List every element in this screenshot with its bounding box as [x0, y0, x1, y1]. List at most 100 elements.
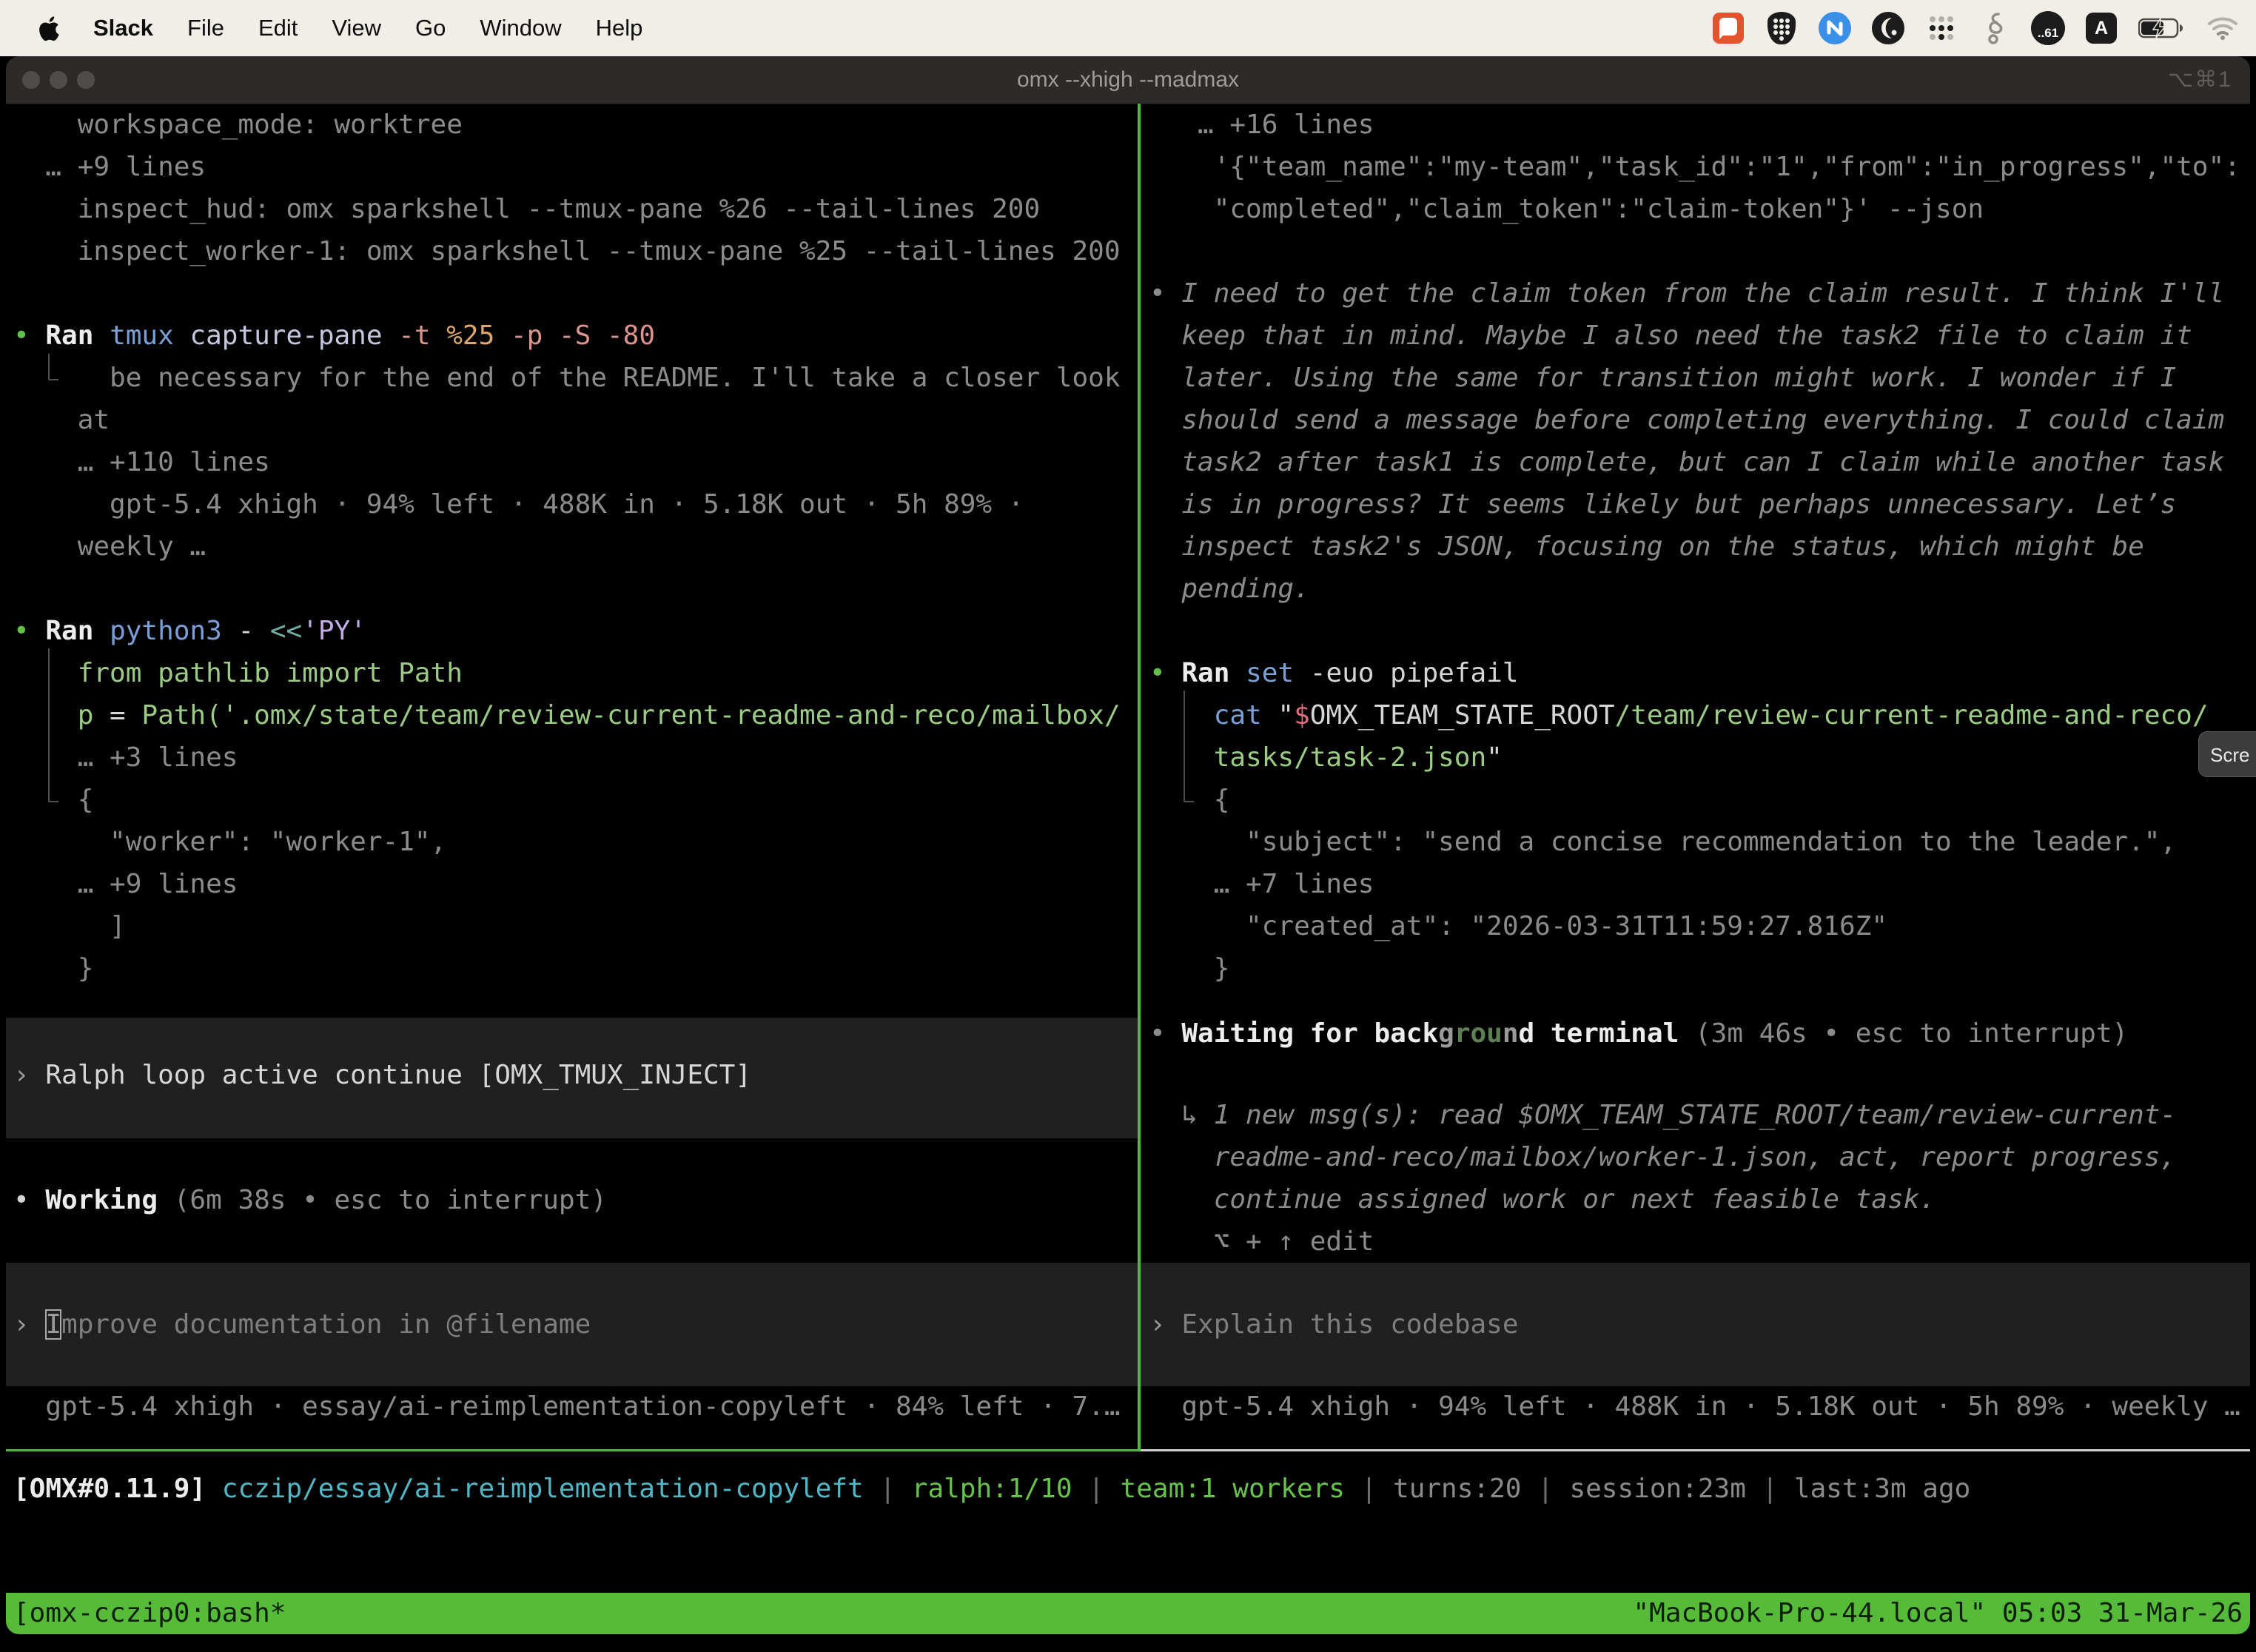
- text-segment: -p -S -80: [511, 320, 655, 351]
- text-segment: (3m 46s • esc to interrupt): [1695, 1018, 2128, 1049]
- text-segment: … +110 lines: [13, 447, 270, 477]
- terminal-line: … +3 lines: [13, 736, 1138, 779]
- tmux-pane-left[interactable]: workspace_mode: worktree … +9 lines insp…: [6, 104, 1138, 1449]
- terminal-line: "completed","claim_token":"claim-token"}…: [1149, 188, 2250, 230]
- text-segment: •: [13, 616, 30, 646]
- terminal-content: workspace_mode: worktree … +9 lines insp…: [6, 104, 2250, 1449]
- text-segment: … +9 lines: [13, 152, 206, 182]
- terminal-line: … +16 lines: [1149, 104, 2250, 146]
- terminal-line: inspect_hud: omx sparkshell --tmux-pane …: [13, 188, 1138, 230]
- terminal-line: … +9 lines: [13, 863, 1138, 905]
- terminal-line: [13, 568, 1138, 610]
- desktop: { "menu_bar": { "items": ["Slack", "File…: [0, 0, 2256, 1652]
- terminal-line: ]: [13, 905, 1138, 947]
- text-segment: OMX_TEAM_STATE_ROOT: [1310, 700, 1615, 731]
- menu-item-help[interactable]: Help: [596, 15, 643, 41]
- left-prompt-input[interactable]: › Improve documentation in @filename: [13, 1303, 1138, 1346]
- menu-bar-left: Slack File Edit View Go Window Help: [0, 15, 642, 41]
- crescent-icon[interactable]: [1871, 11, 1905, 45]
- text-segment: •: [13, 320, 30, 351]
- text-segment: keep that in mind. Maybe I also need the…: [1149, 320, 2192, 351]
- dots-grid-icon[interactable]: [1924, 11, 1958, 45]
- menu-item-slack[interactable]: Slack: [93, 15, 153, 41]
- screen-share-tooltip[interactable]: Scre: [2198, 731, 2256, 777]
- text-segment: cat: [1149, 700, 1278, 731]
- text-segment: |: [1537, 1474, 1569, 1504]
- text-segment: Ran: [30, 320, 110, 351]
- text-segment: Working: [45, 1185, 173, 1215]
- menu-item-go[interactable]: Go: [415, 15, 446, 41]
- text-segment: ": [1278, 700, 1294, 731]
- menu-items: Slack File Edit View Go Window Help: [93, 15, 642, 41]
- tmux-session-label[interactable]: [omx-cczip0:bash*: [13, 1593, 286, 1634]
- window-title-bar[interactable]: omx --xhigh --madmax ⌥⌘1: [6, 56, 2250, 104]
- terminal-line: ↳ 1 new msg(s): read $OMX_TEAM_STATE_ROO…: [1149, 1094, 2250, 1136]
- text-segment: inspect_hud: omx sparkshell --tmux-pane …: [13, 194, 1040, 224]
- terminal-line: be necessary for the end of the README. …: [13, 357, 1138, 399]
- text-segment: d terminal: [1519, 1018, 1695, 1049]
- terminal-line: should send a message before completing …: [1149, 399, 2250, 441]
- text-segment: Explain this codebase: [1181, 1309, 1518, 1340]
- blue-bolt-icon[interactable]: [1818, 11, 1852, 45]
- menu-item-view[interactable]: View: [332, 15, 381, 41]
- text-segment: weekly …: [13, 531, 206, 562]
- text-segment: ›: [13, 1309, 45, 1340]
- mailbox-message-note: ↳ 1 new msg(s): read $OMX_TEAM_STATE_ROO…: [1149, 1094, 2250, 1263]
- text-segment: -euo pipefail: [1310, 658, 1519, 688]
- text-segment: gpt-5.4 xhigh · essay/ai-reimplementatio…: [13, 1391, 1121, 1422]
- text-segment: workspace_mode: worktree: [13, 110, 463, 140]
- squiggle-icon[interactable]: [1978, 11, 2012, 45]
- terminal-line: at: [13, 399, 1138, 441]
- input-a-icon[interactable]: A: [2084, 11, 2118, 45]
- terminal-line: gpt-5.4 xhigh · 94% left · 488K in · 5.1…: [13, 483, 1138, 526]
- text-segment: cczip/essay/ai-reimplementation-copyleft: [222, 1474, 880, 1504]
- terminal-line: • Ran tmux capture-pane -t %25 -p -S -80: [13, 315, 1138, 357]
- terminal-line: • Ran set -euo pipefail: [1149, 652, 2250, 694]
- window-shortcut-badge: ⌥⌘1: [2168, 56, 2232, 104]
- text-segment: Path('.omx/state/team/review-current-rea…: [141, 700, 1120, 731]
- terminal-line: weekly …: [13, 526, 1138, 568]
- text-segment: "created_at": "2026-03-31T11:59:27.816Z": [1149, 911, 1887, 941]
- text-segment: inspect task2's JSON, focusing on the st…: [1149, 531, 2144, 562]
- text-segment: "subject": "send a concise recommendatio…: [1149, 827, 2176, 857]
- menu-item-edit[interactable]: Edit: [258, 15, 298, 41]
- terminal-line: task2 after task1 is complete, but can I…: [1149, 441, 2250, 483]
- terminal-line: }: [13, 947, 1138, 990]
- terminal-line: … +9 lines: [13, 146, 1138, 188]
- text-segment: -: [238, 616, 269, 646]
- text-segment: {: [1149, 785, 1229, 815]
- shield-grid-icon[interactable]: [1765, 11, 1799, 45]
- text-segment: {: [13, 785, 93, 815]
- battery-charging-icon[interactable]: [2138, 11, 2186, 45]
- text-segment: •: [13, 1185, 45, 1215]
- menu-item-window[interactable]: Window: [480, 15, 561, 41]
- terminal-line: {: [1149, 779, 2250, 821]
- text-segment: '{"team_name":"my-team","task_id":"1","f…: [1149, 152, 2240, 182]
- apple-menu-icon[interactable]: [37, 15, 59, 41]
- text-segment: inspect_worker-1: omx sparkshell --tmux-…: [13, 236, 1121, 266]
- terminal-line: '{"team_name":"my-team","task_id":"1","f…: [1149, 146, 2250, 188]
- window-title: omx --xhigh --madmax: [6, 56, 2250, 104]
- chat-icon[interactable]: [1711, 11, 1745, 45]
- text-segment: from pathlib import Path: [13, 658, 463, 688]
- terminal-line: workspace_mode: worktree: [13, 104, 1138, 146]
- text-segment: }: [13, 953, 93, 984]
- text-segment: Ran: [1166, 658, 1246, 688]
- terminal-window: omx --xhigh --madmax ⌥⌘1 workspace_mode:…: [6, 56, 2250, 1634]
- right-prompt-input[interactable]: › Explain this codebase: [1149, 1303, 2250, 1346]
- wifi-icon[interactable]: [2206, 11, 2240, 45]
- terminal-line: "created_at": "2026-03-31T11:59:27.816Z": [1149, 905, 2250, 947]
- menu-item-file[interactable]: File: [187, 15, 224, 41]
- text-segment: Waiting for back: [1181, 1018, 1438, 1049]
- left-scrollback: workspace_mode: worktree … +9 lines insp…: [6, 104, 1138, 990]
- text-segment: •: [1149, 278, 1181, 309]
- text-segment: python3: [110, 616, 238, 646]
- terminal-line: [1149, 230, 2250, 272]
- text-segment: %25: [446, 320, 511, 351]
- badge-61-icon[interactable]: ..61: [2031, 11, 2065, 45]
- tmux-pane-right[interactable]: … +16 lines '{"team_name":"my-team","tas…: [1141, 104, 2250, 1449]
- text-segment: ›: [13, 1060, 45, 1090]
- terminal-line: }: [1149, 947, 2250, 990]
- text-segment: }: [1149, 953, 1229, 984]
- text-segment: "worker": "worker-1",: [13, 827, 446, 857]
